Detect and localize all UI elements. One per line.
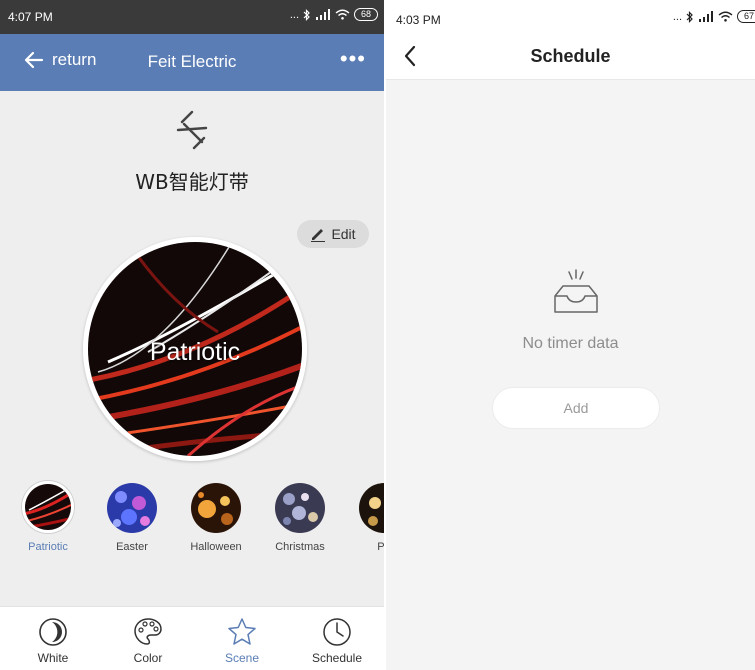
pencil-icon	[311, 229, 326, 242]
bluetooth-icon	[303, 8, 310, 21]
tab-color[interactable]: Color	[100, 607, 196, 670]
status-icons: ... 68	[290, 8, 378, 21]
arrow-left-icon	[24, 51, 44, 69]
tab-white[interactable]: White	[5, 607, 101, 670]
tab-label: Color	[133, 651, 163, 665]
scene-item-partial[interactable]: Pa	[349, 480, 384, 553]
back-button[interactable]	[398, 42, 424, 70]
wifi-icon	[718, 11, 733, 22]
tab-schedule[interactable]: Schedule	[289, 607, 384, 670]
scene-label: Patriotic	[28, 541, 68, 553]
clock-icon	[323, 618, 351, 646]
scene-label: Halloween	[190, 541, 242, 553]
scene-screen: 4:07 PM ... 68 return Feit Electric ••• …	[0, 0, 384, 670]
nav-bar: Schedule	[386, 34, 755, 80]
status-bar: 4:07 PM ... 68	[0, 0, 384, 34]
palette-icon	[134, 618, 162, 645]
scene-label: Christmas	[275, 541, 325, 553]
more-options-button[interactable]: •••	[340, 46, 366, 72]
return-label: return	[52, 50, 97, 69]
scene-thumb-easter	[107, 483, 157, 533]
scene-thumb-christmas	[275, 483, 325, 533]
bluetooth-icon	[686, 10, 693, 23]
status-bar: 4:03 PM ... 67	[386, 0, 755, 34]
current-scene-label: Patriotic	[149, 338, 241, 366]
schedule-screen: 4:03 PM ... 67 Schedule No timer data Ad…	[386, 0, 755, 670]
scene-item-christmas[interactable]: Christmas	[265, 480, 335, 553]
scene-item-easter[interactable]: Easter	[97, 480, 167, 553]
status-time: 4:07 PM	[8, 10, 53, 24]
bottom-tab-bar: White Color Scene Schedule	[0, 606, 384, 670]
scene-list: Patriotic Easter Halloween Christmas Pa	[0, 480, 384, 570]
edit-label: Edit	[331, 226, 356, 242]
tab-label: Schedule	[311, 651, 363, 665]
signal-icon	[699, 11, 713, 22]
edit-button[interactable]: Edit	[297, 220, 369, 248]
add-timer-button[interactable]: Add	[492, 387, 660, 429]
device-name: WB智能灯带	[135, 170, 249, 194]
scene-item-halloween[interactable]: Halloween	[181, 480, 251, 553]
status-dots: ...	[672, 10, 682, 23]
tab-label: Scene	[224, 651, 260, 665]
empty-state-message: No timer data	[522, 335, 619, 352]
tab-scene[interactable]: Scene	[194, 607, 290, 670]
app-bar: return Feit Electric •••	[0, 34, 384, 91]
signal-icon	[316, 9, 330, 20]
return-button[interactable]: return	[24, 50, 96, 70]
scene-thumb-partial	[359, 483, 384, 533]
chevron-left-icon	[404, 45, 416, 67]
scene-item-patriotic[interactable]: Patriotic	[13, 480, 83, 553]
status-icons: ... 67	[673, 10, 755, 23]
battery-indicator: 67	[737, 10, 755, 23]
tab-label: White	[37, 651, 69, 665]
moon-icon	[39, 618, 67, 646]
scene-thumb-halloween	[191, 483, 241, 533]
battery-indicator: 68	[354, 8, 378, 21]
wifi-icon	[335, 9, 350, 20]
page-title: Schedule	[530, 46, 611, 66]
status-dots: ...	[289, 8, 299, 21]
scene-label: Easter	[116, 541, 148, 553]
star-icon	[228, 618, 256, 645]
scene-thumb-patriotic	[22, 481, 74, 533]
current-scene-image: Patriotic	[83, 237, 307, 461]
brand-logo-icon	[176, 110, 208, 150]
scene-label: Pa	[377, 541, 384, 553]
status-time: 4:03 PM	[396, 13, 441, 27]
empty-inbox-icon	[554, 269, 598, 313]
app-title: Feit Electric	[147, 52, 237, 71]
